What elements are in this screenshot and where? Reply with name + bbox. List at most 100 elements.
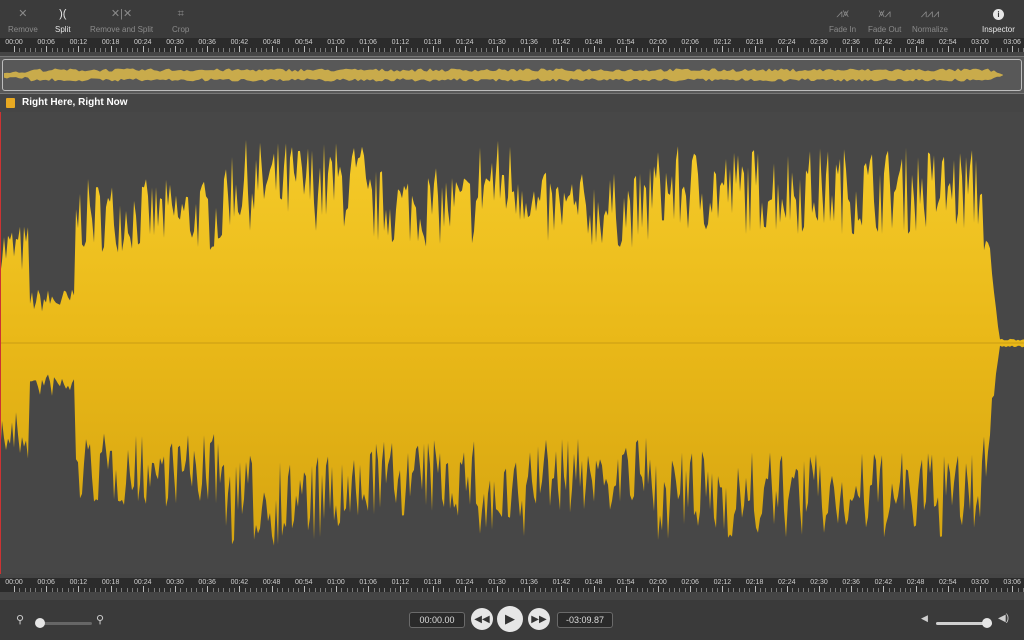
split-label: Split bbox=[55, 25, 71, 34]
ruler-tick-mark bbox=[974, 588, 976, 592]
ruler-tick-mark bbox=[378, 588, 380, 592]
ruler-tick-mark bbox=[400, 46, 402, 52]
ruler-tick-mark bbox=[491, 48, 493, 52]
ruler-tick-mark bbox=[926, 48, 928, 52]
ruler-tick-mark bbox=[51, 588, 53, 592]
ruler-tick-mark bbox=[931, 48, 933, 52]
ruler-tick-mark bbox=[411, 588, 413, 592]
ruler-tick-mark bbox=[958, 48, 960, 52]
ruler-tick-mark bbox=[448, 588, 450, 592]
ruler-tick-mark bbox=[582, 48, 584, 52]
ruler-tick-label: 02:30 bbox=[810, 579, 828, 586]
ruler-tick-mark bbox=[132, 48, 134, 52]
fast-forward-button[interactable]: ▶▶ bbox=[528, 608, 550, 630]
ruler-tick-mark bbox=[362, 48, 364, 52]
ruler-tick-mark bbox=[362, 588, 364, 592]
remove-button[interactable]: ✕ Remove bbox=[8, 6, 38, 34]
remove-and-split-icon: ✕|✕ bbox=[110, 8, 133, 20]
ruler-tick-label: 01:18 bbox=[423, 39, 442, 46]
playhead[interactable] bbox=[0, 112, 1, 574]
zoom-in-icon[interactable]: ⚲ bbox=[96, 613, 104, 626]
ruler-tick-mark bbox=[658, 46, 659, 52]
ruler-tick-label: 01:12 bbox=[391, 579, 410, 586]
audio-file-icon bbox=[6, 98, 15, 108]
ruler-tick-mark bbox=[550, 48, 552, 52]
play-button[interactable]: ▶ bbox=[497, 606, 523, 632]
ruler-tick-label: 02:00 bbox=[649, 39, 667, 46]
ruler-tick-label: 00:06 bbox=[37, 39, 55, 46]
ruler-tick-mark bbox=[475, 588, 477, 592]
ruler-tick-mark bbox=[94, 48, 96, 52]
ruler-tick-mark bbox=[931, 588, 933, 592]
ruler-tick-mark bbox=[260, 588, 262, 592]
timeline-ruler-top[interactable]: 00:00 00:06 00:12 00:18 00:24 00:30 00:36 00:42… bbox=[0, 38, 1024, 52]
volume-slider-knob[interactable] bbox=[982, 618, 992, 628]
ruler-tick-mark bbox=[658, 586, 659, 592]
ruler-tick-label: 02:30 bbox=[810, 39, 828, 46]
ruler-tick-mark bbox=[615, 588, 617, 592]
ruler-tick-mark bbox=[384, 48, 386, 52]
ruler-tick-mark bbox=[695, 48, 697, 52]
main-waveform[interactable] bbox=[0, 112, 1024, 574]
ruler-tick-label: 00:54 bbox=[295, 579, 313, 586]
current-time-display: 00:00.00 bbox=[409, 612, 465, 628]
ruler-tick-mark bbox=[915, 586, 917, 592]
ruler-tick-mark bbox=[153, 48, 155, 52]
inspector-button[interactable]: i Inspector bbox=[982, 6, 1015, 34]
ruler-tick-mark bbox=[883, 586, 885, 592]
ruler-tick-mark bbox=[502, 48, 504, 52]
zoom-out-icon[interactable]: ⚲ bbox=[16, 613, 24, 626]
ruler-tick-mark bbox=[341, 48, 343, 52]
remove-and-split-button[interactable]: ✕|✕ Remove and Split bbox=[90, 6, 153, 34]
fade-in-button[interactable]: ⩘⩙ Fade In bbox=[829, 6, 856, 34]
ruler-tick-mark bbox=[872, 48, 874, 52]
ruler-tick-mark bbox=[276, 588, 278, 592]
ruler-tick-mark bbox=[244, 48, 246, 52]
ruler-tick-mark bbox=[652, 48, 654, 52]
ruler-tick-label: 00:18 bbox=[101, 39, 120, 46]
ruler-tick-mark bbox=[684, 48, 686, 52]
split-icon: )( bbox=[59, 8, 67, 20]
rewind-button[interactable]: ◀◀ bbox=[471, 608, 493, 630]
ruler-tick-label: 03:00 bbox=[971, 579, 989, 586]
ruler-tick-mark bbox=[497, 46, 498, 52]
ruler-tick-mark bbox=[389, 588, 391, 592]
ruler-tick-mark bbox=[770, 48, 772, 52]
remaining-time-display: -03:09.87 bbox=[557, 612, 613, 628]
split-button[interactable]: )( Split bbox=[55, 6, 71, 34]
ruler-tick-mark bbox=[749, 588, 751, 592]
ruler-tick-mark bbox=[856, 48, 858, 52]
normalize-button[interactable]: ⩘⩘⩘ Normalize bbox=[912, 6, 948, 34]
timeline-ruler-bottom[interactable]: 00:00 00:06 00:12 00:18 00:24 00:30 00:36 00:42… bbox=[0, 578, 1024, 592]
ruler-tick-mark bbox=[953, 588, 955, 592]
ruler-tick-mark bbox=[861, 588, 863, 592]
ruler-tick-mark bbox=[330, 48, 332, 52]
ruler-tick-mark bbox=[910, 588, 912, 592]
fade-out-button[interactable]: ⩙⩘ Fade Out bbox=[868, 6, 901, 34]
ruler-tick-mark bbox=[454, 588, 456, 592]
ruler-tick-mark bbox=[486, 48, 488, 52]
ruler-tick-mark bbox=[234, 588, 236, 592]
ruler-tick-mark bbox=[83, 48, 85, 52]
ruler-tick-mark bbox=[432, 586, 434, 592]
overview-waveform[interactable] bbox=[0, 56, 1024, 94]
ruler-tick-mark bbox=[148, 588, 150, 592]
ruler-tick-mark bbox=[577, 588, 579, 592]
ruler-tick-mark bbox=[502, 588, 504, 592]
ruler-tick-mark bbox=[67, 588, 69, 592]
ruler-tick-mark bbox=[201, 48, 203, 52]
ruler-tick-label: 00:06 bbox=[37, 579, 55, 586]
ruler-tick-mark bbox=[158, 588, 160, 592]
crop-button[interactable]: ⌗ Crop bbox=[172, 6, 189, 34]
ruler-tick-mark bbox=[523, 48, 525, 52]
ruler-tick-mark bbox=[706, 48, 708, 52]
ruler-tick-mark bbox=[137, 48, 139, 52]
overview-viewport-frame[interactable] bbox=[2, 59, 1022, 91]
ruler-tick-label: 01:36 bbox=[520, 579, 538, 586]
ruler-tick-mark bbox=[759, 48, 761, 52]
ruler-tick-label: 02:12 bbox=[713, 39, 732, 46]
ruler-tick-mark bbox=[121, 48, 123, 52]
zoom-slider-knob[interactable] bbox=[35, 618, 45, 628]
ruler-tick-mark bbox=[507, 588, 509, 592]
ruler-tick-label: 01:48 bbox=[584, 579, 603, 586]
